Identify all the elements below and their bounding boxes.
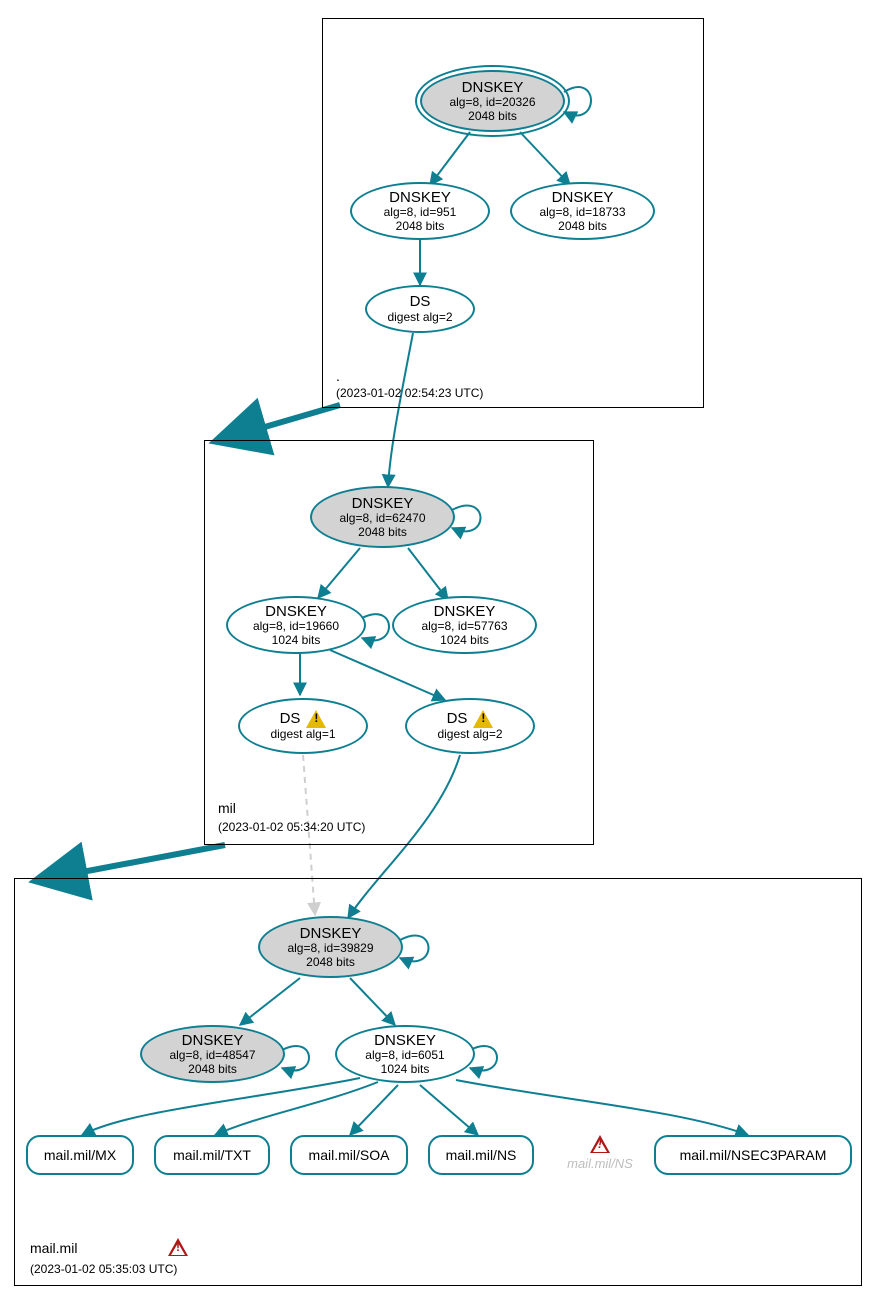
node-sub2: 2048 bits <box>306 956 355 970</box>
node-sub2: 1024 bits <box>440 634 489 648</box>
node-title: DNSKEY <box>462 79 524 96</box>
node-sub1: alg=8, id=39829 <box>287 942 373 956</box>
node-title: DS <box>280 710 301 727</box>
node-title: DNSKEY <box>300 925 362 942</box>
zone-timestamp-mailmil: (2023-01-02 05:35:03 UTC) <box>30 1262 177 1276</box>
warning-icon <box>473 710 493 728</box>
node-title: DS <box>447 710 468 727</box>
node-sub1: alg=8, id=57763 <box>421 620 507 634</box>
node-sub1: digest alg=2 <box>437 728 502 742</box>
node-sub2: 1024 bits <box>272 634 321 648</box>
zone-name-mil: mil <box>218 800 236 816</box>
error-icon <box>590 1135 610 1153</box>
node-title: DNSKEY <box>265 603 327 620</box>
node-root-zsk1: DNSKEY alg=8, id=951 2048 bits <box>350 182 490 240</box>
node-title: DNSKEY <box>552 189 614 206</box>
node-mm-zsk: DNSKEY alg=8, id=6051 1024 bits <box>335 1025 475 1083</box>
node-sub1: alg=8, id=951 <box>384 206 457 220</box>
node-mm-k2: DNSKEY alg=8, id=48547 2048 bits <box>140 1025 285 1083</box>
zone-name-root: . <box>336 368 340 384</box>
node-mil-ksk: DNSKEY alg=8, id=62470 2048 bits <box>310 486 455 548</box>
ghost-label: mail.mil/NS <box>567 1156 633 1171</box>
node-sub1: digest alg=1 <box>270 728 335 742</box>
node-mil-zsk2: DNSKEY alg=8, id=57763 1024 bits <box>392 596 537 654</box>
node-sub1: alg=8, id=48547 <box>169 1049 255 1063</box>
node-title: DS <box>410 293 431 310</box>
node-title: DNSKEY <box>352 495 414 512</box>
node-sub2: 2048 bits <box>468 110 517 124</box>
record-ns-ghost: mail.mil/NS <box>560 1135 640 1171</box>
node-mil-ds2: DS digest alg=2 <box>405 698 535 754</box>
node-title: DNSKEY <box>434 603 496 620</box>
node-title: DNSKEY <box>182 1032 244 1049</box>
record-mx: mail.mil/MX <box>26 1135 134 1175</box>
node-sub1: alg=8, id=62470 <box>339 512 425 526</box>
node-root-ksk: DNSKEY alg=8, id=20326 2048 bits <box>420 70 565 132</box>
node-mil-ds1: DS digest alg=1 <box>238 698 368 754</box>
node-sub1: alg=8, id=20326 <box>449 96 535 110</box>
node-sub1: alg=8, id=6051 <box>365 1049 444 1063</box>
zone-box-mailmil <box>14 878 862 1286</box>
node-sub2: 2048 bits <box>558 220 607 234</box>
node-sub1: alg=8, id=18733 <box>539 206 625 220</box>
node-mil-zsk1: DNSKEY alg=8, id=19660 1024 bits <box>226 596 366 654</box>
node-mm-ksk: DNSKEY alg=8, id=39829 2048 bits <box>258 916 403 978</box>
node-sub2: 1024 bits <box>381 1063 430 1077</box>
node-root-zsk2: DNSKEY alg=8, id=18733 2048 bits <box>510 182 655 240</box>
zone-timestamp-root: (2023-01-02 02:54:23 UTC) <box>336 386 483 400</box>
record-soa: mail.mil/SOA <box>290 1135 408 1175</box>
node-sub1: alg=8, id=19660 <box>253 620 339 634</box>
zone-timestamp-mil: (2023-01-02 05:34:20 UTC) <box>218 820 365 834</box>
warning-icon <box>306 710 326 728</box>
error-icon-zone <box>168 1238 188 1259</box>
record-ns: mail.mil/NS <box>428 1135 534 1175</box>
node-sub2: 2048 bits <box>188 1063 237 1077</box>
diagram-canvas: . (2023-01-02 02:54:23 UTC) mil (2023-01… <box>0 0 877 1303</box>
record-txt: mail.mil/TXT <box>154 1135 270 1175</box>
node-title: DNSKEY <box>389 189 451 206</box>
node-root-ds: DS digest alg=2 <box>365 285 475 333</box>
node-sub2: 2048 bits <box>396 220 445 234</box>
node-title: DNSKEY <box>374 1032 436 1049</box>
zone-name-mailmil: mail.mil <box>30 1240 77 1256</box>
record-nsec3param: mail.mil/NSEC3PARAM <box>654 1135 852 1175</box>
node-sub2: 2048 bits <box>358 526 407 540</box>
node-sub1: digest alg=2 <box>387 311 452 325</box>
